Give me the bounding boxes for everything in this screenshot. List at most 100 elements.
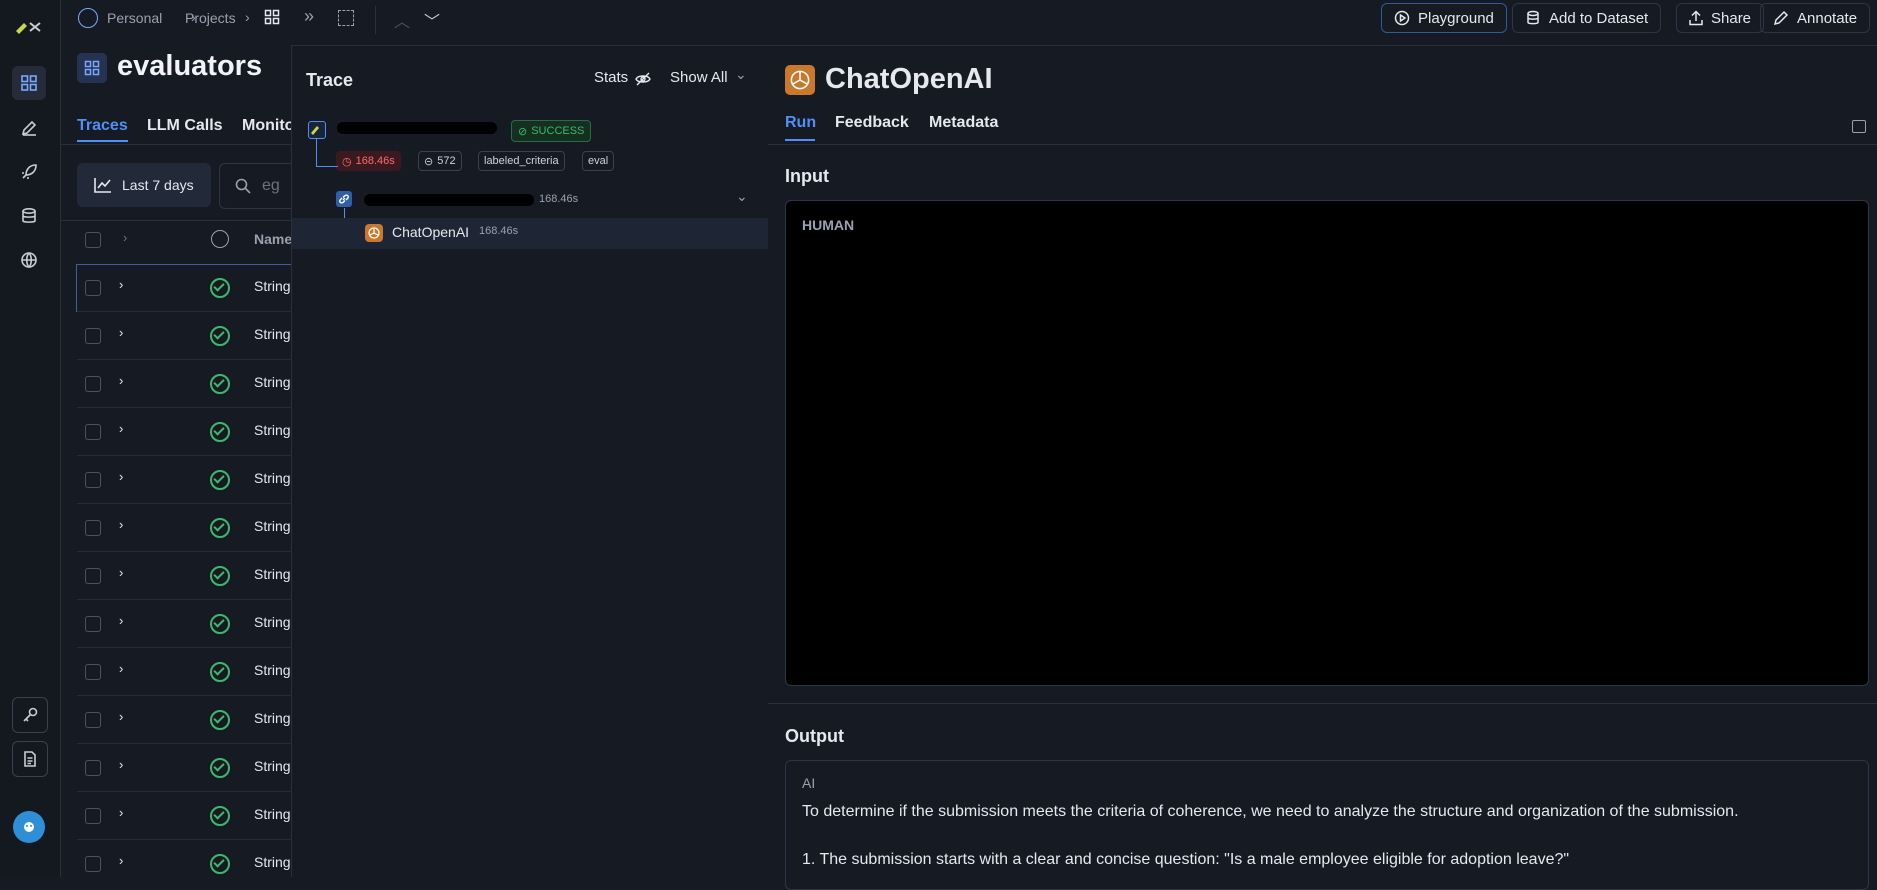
select-all-checkbox[interactable] [85,232,101,248]
table-row[interactable]: › String [77,359,291,408]
row-name: String [254,326,291,342]
date-filter-button[interactable]: Last 7 days [77,163,211,207]
chevron-right-icon[interactable]: › [119,325,123,340]
tag-labeled-criteria: labeled_criteria [478,151,565,171]
expand-panel-icon[interactable]: » [304,6,314,27]
tab-feedback[interactable]: Feedback [835,114,909,132]
table-row[interactable]: › String [77,695,291,744]
row-checkbox[interactable] [85,664,101,680]
avatar[interactable] [13,811,45,843]
stats-toggle[interactable]: Stats [594,69,628,86]
row-name: String [254,662,291,678]
rocket-icon[interactable] [12,155,46,189]
chevron-up-icon[interactable]: ︿ [394,8,410,32]
chevron-right-icon[interactable]: › [123,230,127,245]
sidebar-toggle-icon[interactable] [1852,120,1866,133]
row-checkbox[interactable] [85,616,101,632]
key-icon[interactable] [12,697,48,733]
success-check-icon [210,278,230,298]
app-logo-icon[interactable] [14,17,44,38]
chevron-right-icon[interactable]: › [119,421,123,436]
tab-monitor[interactable]: Monito [242,117,291,135]
row-checkbox[interactable] [85,424,101,440]
row-checkbox[interactable] [85,472,101,488]
row-checkbox[interactable] [85,280,101,296]
table-row[interactable]: › String [77,791,291,840]
fullscreen-icon[interactable] [338,10,354,26]
annotate-button[interactable]: Annotate [1760,3,1871,33]
chevron-right-icon[interactable]: › [119,613,123,628]
redacted-run-name [337,122,497,134]
row-checkbox[interactable] [85,712,101,728]
chevron-right-icon[interactable]: › [119,661,123,676]
row-name: String [254,374,291,390]
search-input[interactable]: eg [219,163,291,209]
table-row[interactable]: › String [77,551,291,600]
table-row[interactable]: › String [77,311,291,360]
row-name: String [254,854,291,870]
tab-metadata[interactable]: Metadata [929,114,998,132]
globe-icon[interactable] [12,243,46,277]
chevron-right-icon[interactable]: › [119,853,123,868]
divider [61,144,291,145]
database-icon[interactable] [12,199,46,233]
playground-button[interactable]: Playground [1381,3,1507,33]
tab-traces[interactable]: Traces [77,117,128,135]
chevron-right-icon[interactable]: › [119,757,123,772]
chevron-right-icon: › [245,9,250,25]
breadcrumb-personal[interactable]: Personal [107,10,162,26]
table-row[interactable]: › String [77,263,291,312]
openai-icon [785,65,815,95]
chevron-right-icon[interactable]: › [119,277,123,292]
chevron-right-icon[interactable]: › [119,517,123,532]
chevron-down-icon[interactable]: ⌄ [735,66,747,83]
chevron-down-icon[interactable]: ﹀ [424,8,440,32]
chain-root-icon [308,121,326,139]
breadcrumb-projects[interactable]: Projects [185,10,236,26]
row-checkbox[interactable] [85,376,101,392]
row-checkbox[interactable] [85,808,101,824]
chevron-right-icon[interactable]: › [119,805,123,820]
table-row[interactable]: › String [77,407,291,456]
row-checkbox[interactable] [85,856,101,872]
playground-label: Playground [1418,9,1494,27]
eye-off-icon[interactable] [635,71,651,87]
row-name: String [254,566,291,582]
human-role-label: HUMAN [802,217,855,233]
input-message-box: HUMAN [785,200,1869,686]
project-grid-icon [77,53,107,83]
projects-nav-icon[interactable] [12,66,46,100]
row-checkbox[interactable] [85,328,101,344]
row-checkbox[interactable] [85,760,101,776]
tab-llm-calls[interactable]: LLM Calls [147,117,223,135]
document-icon[interactable] [12,741,48,777]
table-row[interactable]: › String [77,455,291,504]
add-to-dataset-button[interactable]: Add to Dataset [1512,3,1662,33]
chevron-down-icon[interactable]: ⌄ [736,188,748,205]
grid-icon[interactable] [264,9,280,28]
selected-trace-row[interactable] [292,218,768,249]
output-text-line: 1. The submission starts with a clear an… [802,851,1570,868]
table-row[interactable]: › String [77,839,291,877]
success-check-icon [210,326,230,346]
chevron-right-icon[interactable]: › [119,709,123,724]
share-button[interactable]: Share [1676,3,1765,33]
top-toolbar: » ︿ ﹀ Playground Add to Dataset Share An… [291,0,1877,46]
run-title: ChatOpenAI [825,63,993,95]
pencil-icon[interactable] [12,111,46,145]
tab-run[interactable]: Run [785,114,816,132]
chevron-right-icon[interactable]: › [119,373,123,388]
row-checkbox[interactable] [85,568,101,584]
chevron-right-icon[interactable]: › [119,469,123,484]
chevron-right-icon[interactable]: › [119,565,123,580]
table-row[interactable]: › String [77,599,291,648]
status-badge-label: SUCCESS [531,125,585,137]
show-all-dropdown[interactable]: Show All [670,69,728,86]
coins-icon: ⊝ [424,155,434,168]
table-row[interactable]: › String [77,743,291,792]
table-row[interactable]: › String [77,647,291,696]
search-icon [235,178,251,194]
table-row[interactable]: › String [77,503,291,552]
row-checkbox[interactable] [85,520,101,536]
success-check-icon [210,566,230,586]
